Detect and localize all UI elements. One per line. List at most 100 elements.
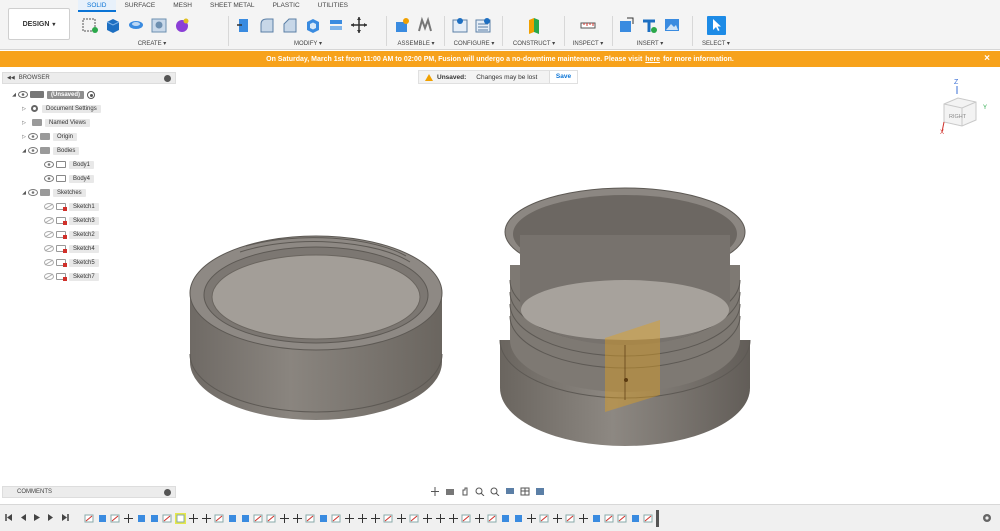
expand-icon[interactable]: ◢ [10,92,18,98]
zoom-icon[interactable] [475,487,485,497]
insert-image-icon[interactable] [662,16,681,35]
container-body[interactable] [499,187,751,446]
step-back-icon[interactable] [19,513,27,524]
play-icon[interactable] [33,513,41,524]
timeline-sketch-icon[interactable] [162,513,173,524]
workspace-selector[interactable]: DESIGN ▾ [8,8,70,40]
tree-item-sketch1[interactable]: Sketch1 [44,201,99,212]
tree-item-bodies[interactable]: ◢ Bodies [20,145,80,156]
tree-item-sketch7[interactable]: Sketch7 [44,271,99,282]
timeline-move-icon[interactable] [396,513,407,524]
timeline-sketch-icon[interactable] [266,513,277,524]
grid-settings-icon[interactable] [520,487,530,496]
eye-icon[interactable] [44,161,54,168]
timeline-move-icon[interactable] [344,513,355,524]
create-label[interactable]: CREATE ▾ [80,40,224,47]
insert-mesh-icon[interactable] [639,16,658,35]
eye-icon[interactable] [28,133,38,140]
expand-icon[interactable]: ▷ [20,120,28,126]
chamfer-icon[interactable] [280,16,299,35]
timeline-sketch-icon[interactable] [565,513,576,524]
close-icon[interactable]: × [984,53,990,64]
timeline-extrude-icon[interactable] [149,513,160,524]
eye-hidden-icon[interactable] [44,245,54,252]
timeline-sketch-icon[interactable] [305,513,316,524]
timeline-move-icon[interactable] [422,513,433,524]
insert-derive-icon[interactable] [616,16,635,35]
insert-label[interactable]: INSERT ▾ [616,40,684,47]
configure-rules-icon[interactable] [473,16,492,35]
eye-icon[interactable] [44,175,54,182]
timeline-move-icon[interactable] [292,513,303,524]
expand-icon[interactable]: ◢ [20,190,28,196]
combine-icon[interactable] [326,16,345,35]
tab-mesh[interactable]: MESH [164,0,201,12]
timeline-sketch-icon[interactable] [84,513,95,524]
step-forward-icon[interactable] [47,513,55,524]
timeline-extrude-icon[interactable] [227,513,238,524]
model-canvas[interactable] [180,170,780,470]
timeline-sketch-icon[interactable] [604,513,615,524]
pan-icon[interactable] [460,487,470,496]
banner-link[interactable]: here [645,56,660,63]
hole-icon[interactable] [149,16,168,35]
expand-icon[interactable]: ◢ [20,148,28,154]
save-button[interactable]: Save [549,71,577,83]
eye-hidden-icon[interactable] [44,273,54,280]
modify-label[interactable]: MODIFY ▾ [234,40,382,47]
create-sketch-icon[interactable] [80,16,99,35]
orbit-icon[interactable] [430,487,440,496]
timeline-move-icon[interactable] [474,513,485,524]
timeline-sketch-icon[interactable] [461,513,472,524]
fit-icon[interactable] [490,487,500,497]
browser-panel-header[interactable]: ◀◀ BROWSER [2,72,176,84]
tree-item-body4[interactable]: Body4 [44,173,95,184]
select-label[interactable]: SELECT ▾ [698,40,734,47]
timeline-move-icon[interactable] [123,513,134,524]
revolve-icon[interactable] [126,16,145,35]
timeline-move-icon[interactable] [526,513,537,524]
select-icon[interactable] [706,15,726,35]
eye-hidden-icon[interactable] [44,217,54,224]
tab-utilities[interactable]: UTILITIES [309,0,357,12]
timeline-extrude-icon[interactable] [513,513,524,524]
timeline-move-icon[interactable] [188,513,199,524]
pin-icon[interactable] [164,75,171,82]
radio-icon[interactable] [87,90,96,99]
timeline-sketch-icon[interactable] [539,513,550,524]
configure-table-icon[interactable] [450,16,469,35]
timeline-extrude-icon[interactable] [591,513,602,524]
timeline-sketch-icon[interactable] [253,513,264,524]
timeline-marker[interactable] [656,510,659,527]
tree-item-sketch3[interactable]: Sketch3 [44,215,99,226]
timeline-sketch-icon[interactable] [617,513,628,524]
comments-panel-header[interactable]: COMMENTS [2,486,176,498]
timeline-move-icon[interactable] [201,513,212,524]
viewports-icon[interactable] [535,487,545,496]
timeline-sketch-icon[interactable] [409,513,420,524]
tree-item-origin[interactable]: ▷ Origin [20,131,78,142]
eye-icon[interactable] [28,147,38,154]
tree-item-named-views[interactable]: ▷ Named Views [20,117,90,128]
construct-label[interactable]: CONSTRUCT ▾ [508,40,560,47]
collapse-icon[interactable]: ◀◀ [7,75,15,81]
eye-hidden-icon[interactable] [44,203,54,210]
timeline-sketch-icon[interactable] [175,513,186,524]
fillet-icon[interactable] [257,16,276,35]
expand-icon[interactable]: ▷ [20,134,28,140]
timeline-move-icon[interactable] [448,513,459,524]
timeline-move-icon[interactable] [279,513,290,524]
timeline-extrude-icon[interactable] [240,513,251,524]
timeline-move-icon[interactable] [357,513,368,524]
tab-plastic[interactable]: PLASTIC [264,0,309,12]
timeline-sketch-icon[interactable] [214,513,225,524]
tree-item-sketch4[interactable]: Sketch4 [44,243,99,254]
look-at-icon[interactable] [445,487,455,496]
timeline-extrude-icon[interactable] [630,513,641,524]
timeline-move-icon[interactable] [552,513,563,524]
eye-hidden-icon[interactable] [44,259,54,266]
move-icon[interactable] [349,16,368,35]
expand-icon[interactable]: ▷ [20,106,28,112]
timeline-extrude-icon[interactable] [136,513,147,524]
tree-item-document-settings[interactable]: ▷ Document Settings [20,103,101,114]
